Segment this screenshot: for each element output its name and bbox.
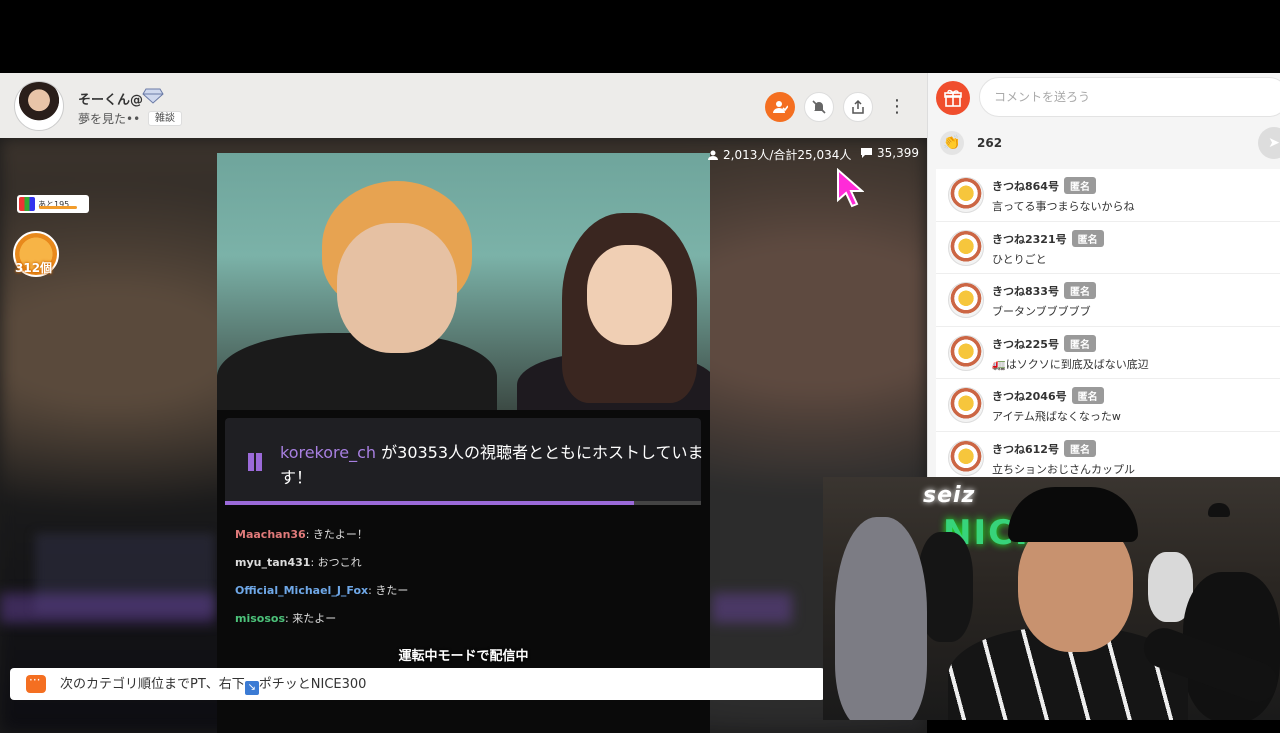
comment-user[interactable]: きつね833号	[992, 285, 1059, 298]
live-title: 夢を見た••	[78, 112, 141, 126]
pause-icon	[248, 453, 266, 471]
comment-stats: 35,399	[860, 146, 919, 160]
arrow-down-right-icon: ↘	[244, 681, 259, 695]
stream-frame: korekore_ch が30353人の視聴者とともにホストしています！ Maa…	[217, 153, 710, 733]
anonymous-badge: 匿名	[1071, 387, 1104, 404]
comment-user[interactable]: きつね864号	[992, 180, 1059, 193]
mouse-cursor-icon	[837, 168, 864, 208]
anonymous-badge: 匿名	[1071, 229, 1104, 247]
share-button[interactable]	[843, 92, 873, 122]
gift-count: 312個	[15, 261, 53, 275]
host-avatar[interactable]	[14, 81, 64, 131]
info-text: 次のカテゴリ順位までPT、右下 ↘ ポチッとNICE300	[60, 677, 367, 695]
bell-off-icon	[812, 100, 826, 114]
comment-text: ひとりごと	[992, 252, 1047, 266]
send-icon[interactable]: ➤	[1258, 127, 1280, 159]
fox-avatar[interactable]	[948, 334, 984, 371]
speech-bubble-icon	[26, 673, 46, 693]
bottom-strip	[10, 710, 825, 720]
info-bar: 次のカテゴリ順位までPT、右下↘ポチッとNICE300	[10, 668, 825, 700]
overlay-chat-line: Official_Michael_J_Fox: きたー	[235, 584, 409, 597]
comment-list[interactable]: きつね864号 匿名 言ってる事つまらないからね きつね2321号 匿名 ひとりごと…	[936, 169, 1280, 479]
event-icon	[19, 197, 35, 211]
comment-item: きつね612号 匿名 立ちションおじさんカップル	[936, 432, 1280, 480]
clap-row: 👏 262 ➤	[928, 125, 1280, 163]
driving-mode-caption: 運転中モードで配信中	[398, 649, 529, 664]
clap-icon[interactable]: 👏	[940, 131, 964, 155]
comment-text: アイテム飛ばなくなったw	[992, 410, 1121, 423]
person-add-icon	[773, 101, 788, 113]
lamp-icon	[1208, 503, 1230, 517]
webcam-overlay: seiz NICK	[823, 477, 1280, 720]
category-badge[interactable]: 雑談	[148, 111, 182, 126]
comment-item: きつね833号 匿名 ブータンブブブブブ	[936, 274, 1280, 327]
clap-count: 262	[977, 136, 1003, 150]
stream-header: そーくん@ 夢を見た•• 雑談 ⋮	[0, 73, 927, 138]
shark-plush	[835, 517, 927, 720]
fox-avatar[interactable]	[948, 177, 984, 213]
comment-text: 言ってる事つまらないからね	[992, 200, 1135, 213]
fox-avatar[interactable]	[948, 439, 984, 476]
comment-text: 立ちションおじさんカップル	[992, 462, 1135, 476]
gift-button[interactable]	[936, 81, 970, 115]
cap	[1008, 487, 1138, 542]
letterbox-top	[0, 0, 1280, 73]
comment-item: きつね2046号 匿名 アイテム飛ばなくなったw	[936, 379, 1280, 432]
mute-notification-button[interactable]	[804, 92, 834, 122]
fox-avatar[interactable]	[948, 282, 984, 318]
comment-icon	[861, 148, 872, 158]
comment-item: きつね225号 匿名 🚛はソクソに到底及ばない底辺	[936, 327, 1280, 379]
anonymous-badge: 匿名	[1063, 177, 1096, 194]
fox-avatar[interactable]	[948, 387, 984, 423]
anonymous-badge: 匿名	[1063, 282, 1096, 299]
share-icon	[852, 99, 864, 114]
host-name[interactable]: そーくん@	[78, 89, 143, 108]
anonymous-badge: 匿名	[1063, 334, 1096, 352]
host-progress	[225, 501, 701, 505]
host-notice-user: korekore_ch	[280, 443, 377, 462]
comment-user[interactable]: きつね225号	[992, 338, 1059, 351]
fox-avatar[interactable]	[948, 229, 984, 266]
comment-user[interactable]: きつね2046号	[992, 390, 1067, 403]
more-options-icon[interactable]: ⋮	[887, 95, 907, 121]
overlay-chat-line: myu_tan431: おつこれ	[235, 556, 362, 569]
comment-text: 🚛はソクソに到底及ばない底辺	[992, 357, 1149, 371]
blurred-bar	[712, 593, 792, 623]
comment-user[interactable]: きつね2321号	[992, 233, 1067, 246]
overlay-chat-line: misosos: 来たよー	[235, 612, 337, 625]
person-icon	[708, 150, 718, 160]
video-player[interactable]: korekore_ch が30353人の視聴者とともにホストしています！ Maa…	[0, 138, 927, 733]
anonymous-badge: 匿名	[1063, 439, 1096, 457]
blurred-bar	[0, 593, 215, 623]
gift-icon	[944, 89, 962, 107]
comment-item: きつね2321号 匿名 ひとりごと	[936, 222, 1280, 274]
viewer-stats: 2,013人/合計25,034人	[707, 146, 851, 163]
comment-item: きつね864号 匿名 言ってる事つまらないからね	[936, 169, 1280, 222]
overlay-chat-line: Maachan36: きたよー！	[235, 528, 368, 541]
diamond-icon	[142, 88, 164, 104]
host-notice: korekore_ch が30353人の視聴者とともにホストしています！	[225, 418, 704, 505]
comment-text: ブータンブブブブブ	[992, 305, 1091, 318]
comment-input[interactable]: コメントを送ろう	[979, 77, 1280, 117]
event-rank-badge[interactable]: あと195	[17, 195, 89, 213]
stream-camera-image	[217, 153, 710, 410]
comment-user[interactable]: きつね612号	[992, 443, 1059, 456]
live-page: そーくん@ 夢を見た•• 雑談 ⋮ korekore_ch が30353人の視聴…	[0, 73, 1280, 733]
follow-button[interactable]	[765, 92, 795, 122]
webcam-logo: seiz	[923, 483, 976, 508]
